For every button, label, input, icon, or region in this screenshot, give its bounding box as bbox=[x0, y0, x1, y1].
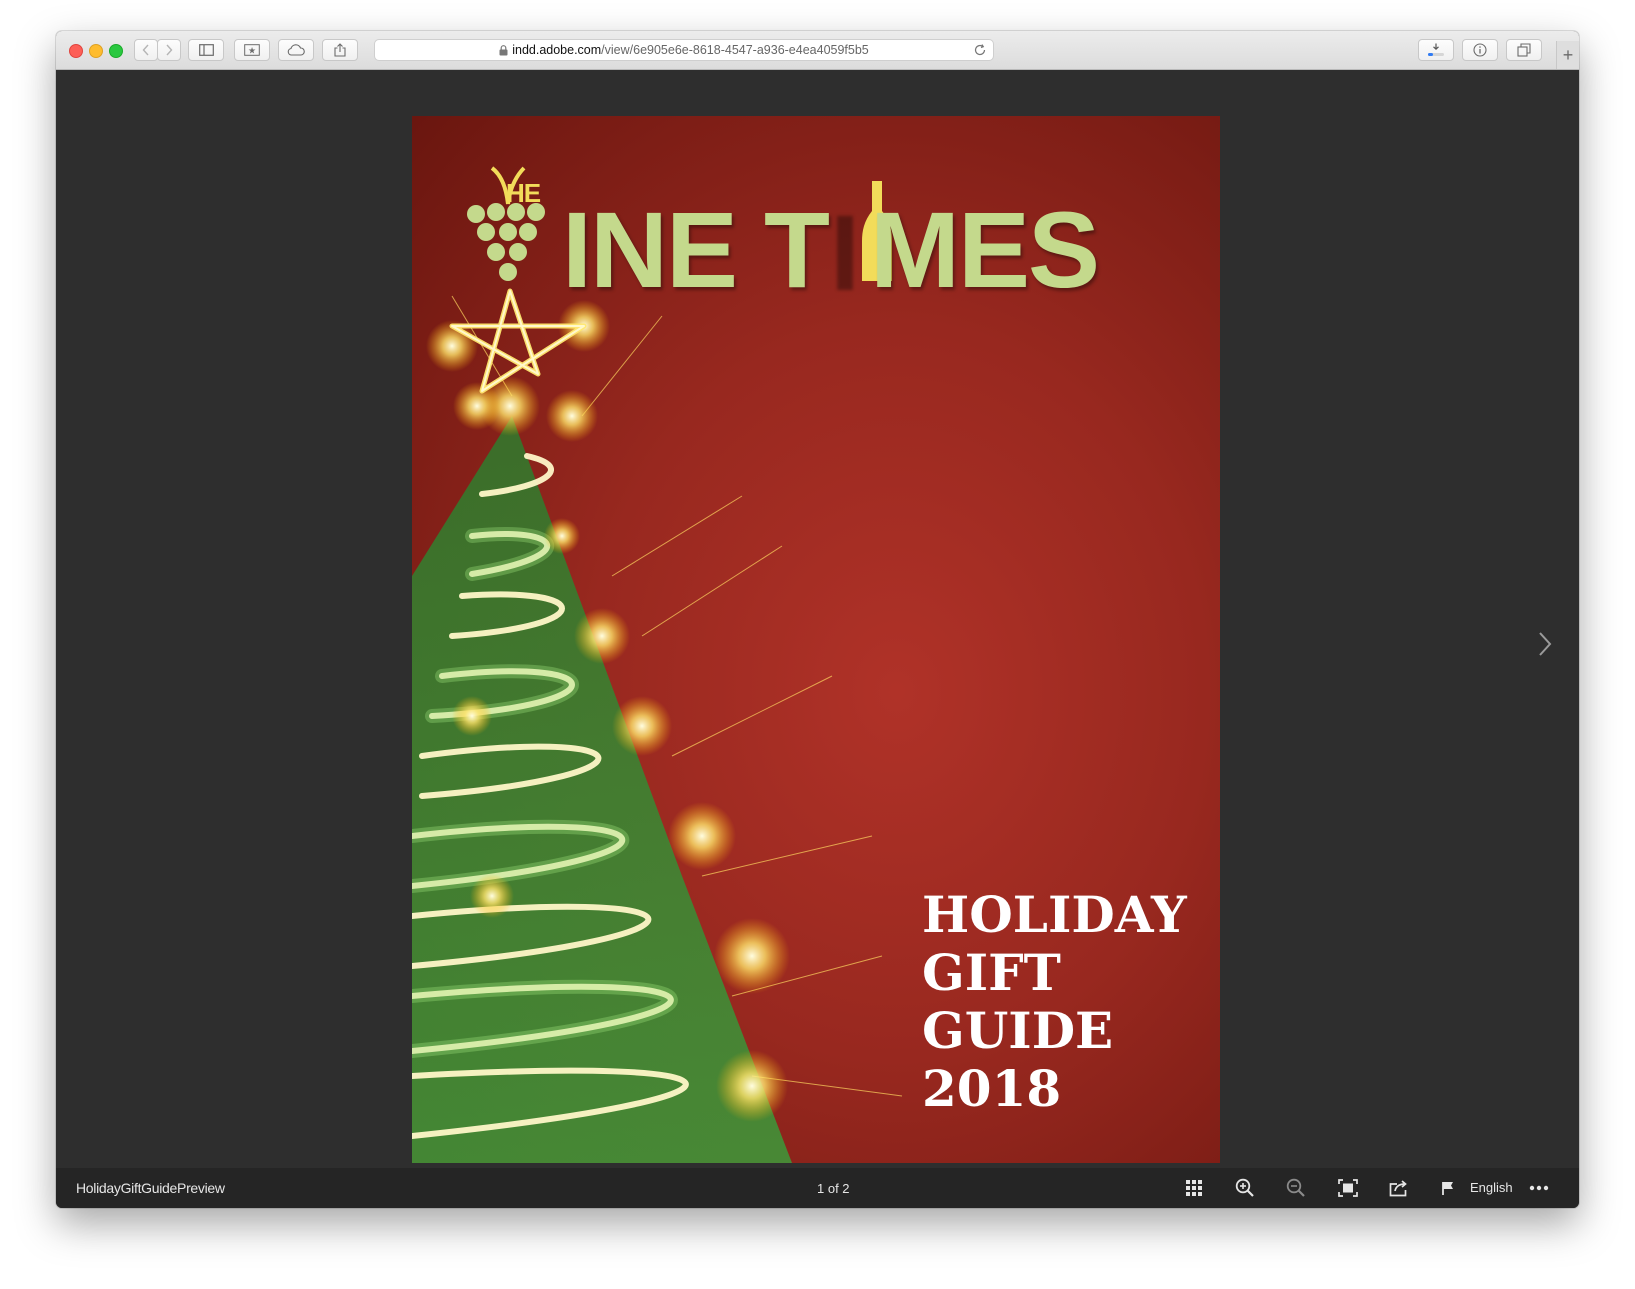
next-page-chevron-icon[interactable] bbox=[1537, 630, 1553, 658]
flag-icon[interactable] bbox=[1437, 1178, 1459, 1198]
logo-the-text: HE bbox=[506, 178, 541, 208]
browser-toolbar: ★ indd.adobe.com/view/6e905e6e-8618-4547… bbox=[56, 31, 1579, 70]
minimize-window-button[interactable] bbox=[89, 44, 103, 58]
info-icon bbox=[1473, 43, 1487, 57]
zoom-out-icon[interactable] bbox=[1285, 1178, 1307, 1198]
page-counter: 1 of 2 bbox=[817, 1181, 850, 1196]
zoom-window-button[interactable] bbox=[109, 44, 123, 58]
address-bar[interactable]: indd.adobe.com/view/6e905e6e-8618-4547-a… bbox=[374, 39, 994, 61]
back-button[interactable] bbox=[134, 39, 158, 61]
top-sites-button[interactable]: ★ bbox=[234, 39, 270, 61]
sidebar-icon bbox=[198, 44, 214, 56]
lock-icon bbox=[499, 44, 508, 55]
viewer-bottom-bar: HolidayGiftGuidePreview 1 of 2 English bbox=[56, 1168, 1579, 1208]
logo-wordmark: INE TI MES bbox=[562, 189, 1100, 310]
chevron-right-icon bbox=[166, 44, 173, 56]
document-name: HolidayGiftGuidePreview bbox=[76, 1180, 225, 1196]
download-icon bbox=[1428, 43, 1444, 56]
zoom-in-icon[interactable] bbox=[1234, 1178, 1256, 1198]
tabs-icon bbox=[1517, 43, 1531, 57]
cover-title: HOLIDAY GIFT GUIDE 2018 bbox=[922, 886, 1187, 1118]
cover-title-line: HOLIDAY bbox=[922, 885, 1187, 944]
sidebar-button[interactable] bbox=[188, 39, 224, 61]
share-icon bbox=[334, 43, 346, 57]
tab-overview-button[interactable] bbox=[1506, 39, 1542, 61]
forward-button[interactable] bbox=[157, 39, 181, 61]
logo-part-2: MES bbox=[870, 189, 1100, 310]
share-icon[interactable] bbox=[1388, 1178, 1410, 1198]
more-icon[interactable] bbox=[1528, 1178, 1550, 1198]
share-page-button[interactable] bbox=[322, 39, 358, 61]
document-viewer: HE INE TI MES HOLIDAY GIFT GUIDE 2018 bbox=[56, 70, 1579, 1168]
svg-text:★: ★ bbox=[248, 47, 256, 57]
cover-title-line: GIFT bbox=[922, 943, 1061, 1002]
language-selector[interactable]: English bbox=[1470, 1180, 1513, 1195]
info-button[interactable] bbox=[1462, 39, 1498, 61]
cloud-icon bbox=[287, 44, 305, 56]
star-icon: ★ bbox=[244, 44, 260, 56]
url-host: indd.adobe.com bbox=[512, 43, 602, 57]
downloads-button[interactable] bbox=[1418, 39, 1454, 61]
plus-icon: + bbox=[1562, 44, 1574, 65]
cover-page: HE INE TI MES HOLIDAY GIFT GUIDE 2018 bbox=[412, 116, 1220, 1163]
icloud-tabs-button[interactable] bbox=[278, 39, 314, 61]
chevron-left-icon bbox=[142, 44, 149, 56]
grape-cluster-logo bbox=[467, 203, 545, 281]
browser-window: ★ indd.adobe.com/view/6e905e6e-8618-4547… bbox=[56, 31, 1579, 1208]
close-window-button[interactable] bbox=[69, 44, 83, 58]
grid-icon[interactable] bbox=[1183, 1178, 1205, 1198]
url-path: /view/6e905e6e-8618-4547-a936-e4ea4059f5… bbox=[601, 43, 869, 57]
new-tab-button[interactable]: + bbox=[1556, 41, 1579, 69]
cover-title-line: 2018 bbox=[922, 1059, 1062, 1118]
cover-title-line: GUIDE bbox=[922, 1001, 1114, 1060]
logo-part-1: INE T bbox=[562, 189, 830, 310]
fit-screen-icon[interactable] bbox=[1337, 1178, 1359, 1198]
reload-icon[interactable] bbox=[973, 43, 987, 57]
